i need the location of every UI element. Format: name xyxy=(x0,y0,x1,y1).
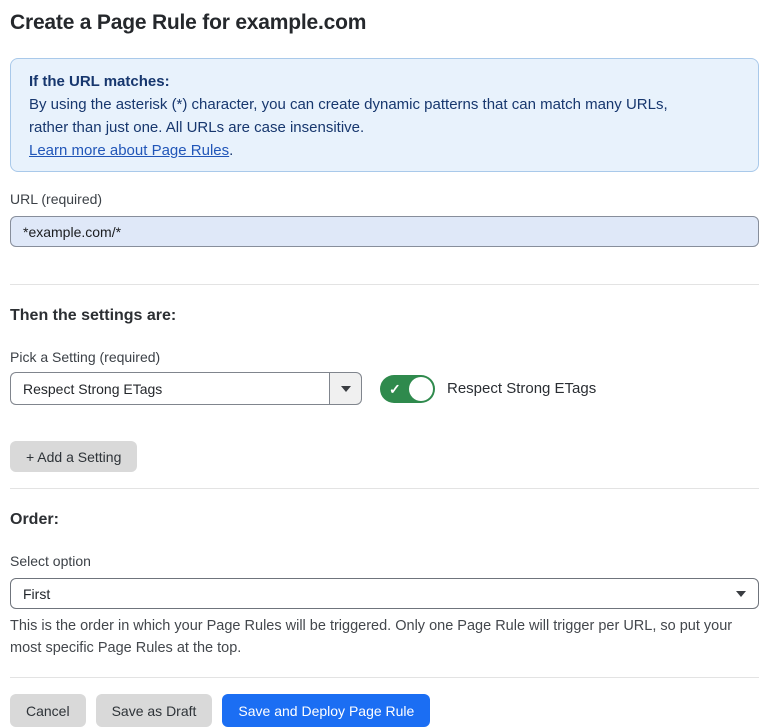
order-select[interactable]: First xyxy=(10,578,759,609)
setting-select-arrow-button[interactable] xyxy=(329,372,362,405)
order-help-text: This is the order in which your Page Rul… xyxy=(10,615,759,659)
footer-actions: Cancel Save as Draft Save and Deploy Pag… xyxy=(10,694,759,727)
order-help-line-1: This is the order in which your Page Rul… xyxy=(10,615,759,637)
add-setting-button[interactable]: + Add a Setting xyxy=(10,441,137,472)
order-section-heading: Order: xyxy=(10,510,759,530)
chevron-down-icon xyxy=(341,386,351,392)
setting-picker-row: Respect Strong ETags ✓ Respect Strong ET… xyxy=(10,372,759,405)
learn-more-link[interactable]: Learn more about Page Rules xyxy=(29,142,229,159)
url-match-info-box: If the URL matches: By using the asteris… xyxy=(10,58,759,172)
setting-toggle[interactable]: ✓ xyxy=(380,375,435,403)
section-divider xyxy=(10,488,759,489)
pick-setting-label: Pick a Setting (required) xyxy=(10,348,759,366)
page-title: Create a Page Rule for example.com xyxy=(10,10,759,36)
footer-divider xyxy=(10,677,759,678)
link-period: . xyxy=(229,142,233,159)
info-box-link-line: Learn more about Page Rules. xyxy=(29,139,740,162)
order-select-value: First xyxy=(23,586,736,602)
cancel-button[interactable]: Cancel xyxy=(10,694,86,727)
url-field-label: URL (required) xyxy=(10,190,759,208)
section-divider xyxy=(10,284,759,285)
order-select-label: Select option xyxy=(10,552,759,570)
save-deploy-button[interactable]: Save and Deploy Page Rule xyxy=(222,694,430,727)
toggle-knob xyxy=(409,377,433,401)
chevron-down-icon xyxy=(736,591,746,597)
settings-section-heading: Then the settings are: xyxy=(10,306,759,326)
order-help-line-2: most specific Page Rules at the top. xyxy=(10,637,759,659)
check-icon: ✓ xyxy=(389,380,401,398)
url-input[interactable] xyxy=(10,216,759,247)
setting-select[interactable]: Respect Strong ETags xyxy=(10,372,362,405)
info-box-body-line-1: By using the asterisk (*) character, you… xyxy=(29,93,740,116)
setting-select-value: Respect Strong ETags xyxy=(10,372,329,405)
info-box-body-line-2: rather than just one. All URLs are case … xyxy=(29,116,740,139)
toggle-label: Respect Strong ETags xyxy=(447,380,596,397)
save-draft-button[interactable]: Save as Draft xyxy=(96,694,213,727)
info-box-heading: If the URL matches: xyxy=(29,70,740,93)
